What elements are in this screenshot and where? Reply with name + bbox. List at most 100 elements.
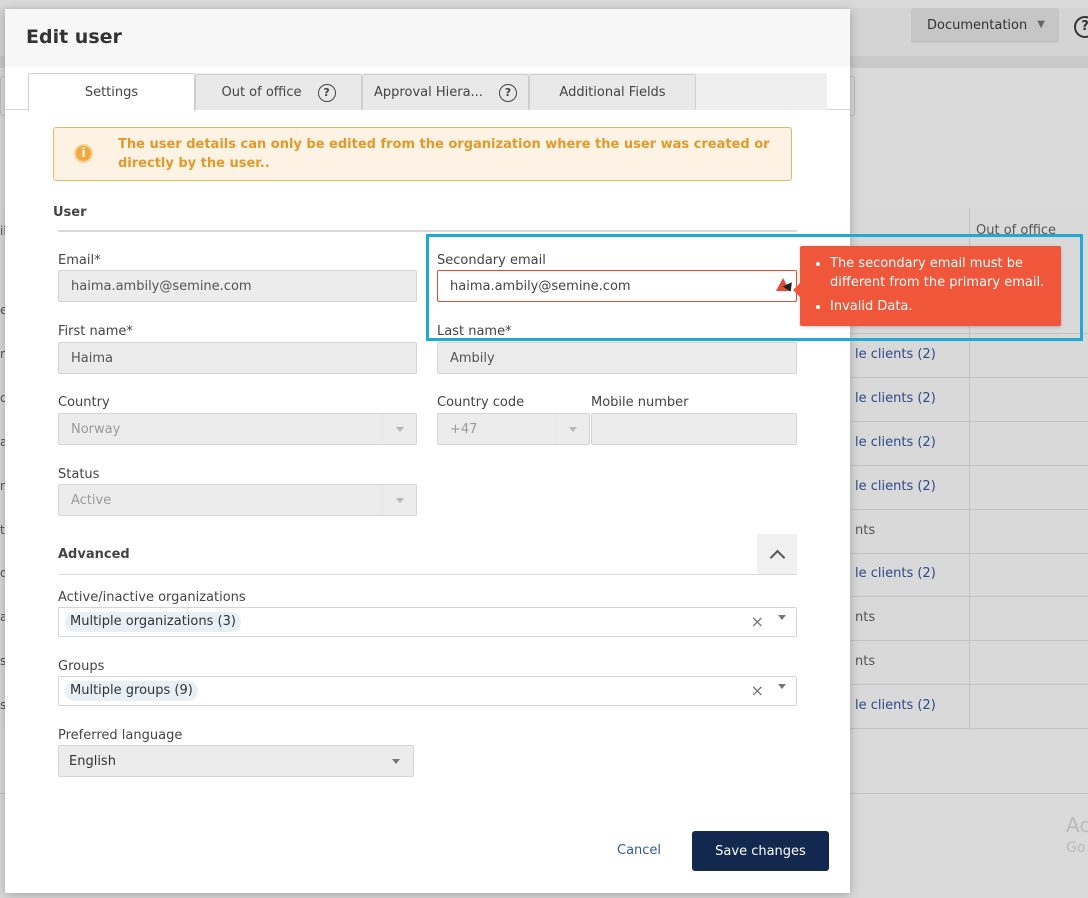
- organizations-chip: Multiple organizations (3): [65, 612, 241, 632]
- organizations-label: Active/inactive organizations: [58, 590, 246, 605]
- bg-row-divider: [840, 728, 1088, 729]
- caret-down-icon: [568, 426, 577, 432]
- bg-table-cell: nts: [855, 610, 876, 625]
- validation-message: The secondary email must be different fr…: [830, 254, 1051, 292]
- help-icon[interactable]: ?: [317, 83, 336, 102]
- status-select[interactable]: Active: [58, 484, 417, 516]
- cancel-button[interactable]: Cancel: [617, 843, 661, 858]
- tab-label: Approval Hiera...: [374, 85, 483, 100]
- dropdown-button[interactable]: [778, 615, 786, 635]
- email-label: Email*: [58, 253, 101, 268]
- bg-row-divider: [840, 421, 1088, 422]
- modal-header: Edit user: [5, 9, 850, 67]
- section-title-user: User: [53, 205, 87, 220]
- status-label: Status: [58, 467, 100, 482]
- last-name-label: Last name*: [437, 324, 512, 339]
- caret-down-icon: [395, 497, 404, 503]
- caret-down-icon: [395, 426, 404, 432]
- country-code-value: +47: [450, 421, 478, 437]
- first-name-value: Haima: [71, 350, 113, 366]
- secondary-email-field[interactable]: haima.ambily@semine.com: [437, 270, 797, 302]
- preferred-language-label: Preferred language: [58, 728, 183, 743]
- section-title-advanced: Advanced: [58, 547, 130, 562]
- bg-table-cell: nts: [855, 523, 876, 538]
- dropdown-button[interactable]: [555, 414, 589, 444]
- bg-row-divider: [840, 553, 1088, 554]
- caret-down-icon: [392, 758, 400, 764]
- tab-bar: Settings Out of office ? Approval Hiera.…: [5, 73, 850, 111]
- bg-row-divider: [840, 596, 1088, 597]
- secondary-email-value: haima.ambily@semine.com: [450, 278, 631, 294]
- last-name-field[interactable]: Ambily: [437, 342, 797, 374]
- documentation-button[interactable]: Documentation ▼: [911, 8, 1059, 43]
- bg-row-divider: [840, 377, 1088, 378]
- validation-message: Invalid Data.: [830, 297, 1051, 316]
- caret-down-icon: [778, 615, 786, 635]
- bg-row-divider: [840, 465, 1088, 466]
- first-name-label: First name*: [58, 324, 133, 339]
- bg-edge-text: t: [0, 523, 5, 537]
- alert-text: The user details can only be edited from…: [118, 137, 770, 171]
- first-name-field[interactable]: Haima: [58, 342, 417, 374]
- bg-table-cell[interactable]: le clients (2): [855, 479, 936, 494]
- modal-title: Edit user: [26, 26, 122, 48]
- country-code-select[interactable]: +47: [437, 413, 590, 445]
- bg-table-cell[interactable]: le clients (2): [855, 698, 936, 713]
- dropdown-button[interactable]: [382, 485, 416, 515]
- bg-table-cell[interactable]: le clients (2): [855, 391, 936, 406]
- preferred-language-select[interactable]: English: [58, 745, 414, 777]
- collapse-button[interactable]: [757, 534, 797, 574]
- country-label: Country: [58, 395, 110, 410]
- bg-table-cell[interactable]: le clients (2): [855, 566, 936, 581]
- activate-watermark-sub: Go: [1066, 840, 1086, 856]
- tab-label: Out of office: [221, 85, 302, 100]
- country-code-label: Country code: [437, 395, 525, 410]
- activate-watermark: Ac: [1066, 813, 1088, 837]
- save-changes-button[interactable]: Save changes: [692, 831, 829, 871]
- dropdown-button[interactable]: [778, 684, 786, 704]
- tab-approval-hierarchy[interactable]: Approval Hiera... ?: [362, 74, 529, 110]
- bg-table-cell[interactable]: le clients (2): [855, 347, 936, 362]
- section-divider: [58, 574, 797, 575]
- bg-row-divider: [840, 333, 1088, 334]
- caret-down-icon: [778, 684, 786, 704]
- groups-chip: Multiple groups (9): [65, 681, 198, 701]
- documentation-label: Documentation: [927, 18, 1028, 33]
- tab-additional-fields[interactable]: Additional Fields: [529, 74, 696, 110]
- email-field[interactable]: haima.ambily@semine.com: [58, 270, 417, 302]
- section-divider: [58, 230, 797, 232]
- mobile-number-label: Mobile number: [591, 395, 689, 410]
- tab-out-of-office[interactable]: Out of office ?: [195, 74, 362, 110]
- tab-label: Additional Fields: [559, 85, 666, 100]
- bg-column-header: Out of office: [976, 223, 1057, 238]
- bg-row-divider: [840, 640, 1088, 641]
- mobile-number-field[interactable]: [591, 413, 797, 445]
- country-select[interactable]: Norway: [58, 413, 417, 445]
- dropdown-button[interactable]: [382, 414, 416, 444]
- info-alert: i The user details can only be edited fr…: [53, 127, 792, 181]
- caret-down-icon: ▼: [1037, 19, 1045, 30]
- info-icon: i: [74, 144, 93, 163]
- dropdown-button[interactable]: [379, 746, 413, 776]
- groups-label: Groups: [58, 659, 105, 674]
- last-name-value: Ambily: [450, 350, 495, 366]
- bg-table-cell[interactable]: le clients (2): [855, 435, 936, 450]
- country-value: Norway: [71, 421, 121, 437]
- chevron-up-icon: [769, 549, 785, 565]
- preferred-language-value: English: [69, 753, 116, 769]
- bg-row-divider: [840, 509, 1088, 510]
- validation-messages: The secondary email must be different fr…: [814, 254, 1051, 316]
- organizations-multiselect[interactable]: Multiple organizations (3) ×: [58, 607, 797, 637]
- tab-settings[interactable]: Settings: [28, 73, 195, 111]
- help-icon[interactable]: ?: [498, 83, 517, 102]
- email-value: haima.ambily@semine.com: [71, 278, 252, 294]
- validation-tooltip: The secondary email must be different fr…: [793, 246, 1061, 326]
- status-value: Active: [71, 492, 112, 508]
- clear-icon[interactable]: ×: [751, 612, 764, 631]
- bg-row-divider: [840, 684, 1088, 685]
- tab-label: Settings: [84, 85, 139, 100]
- secondary-email-label: Secondary email: [437, 253, 546, 268]
- groups-multiselect[interactable]: Multiple groups (9) ×: [58, 676, 797, 706]
- bg-table-cell: nts: [855, 654, 876, 669]
- clear-icon[interactable]: ×: [751, 681, 764, 700]
